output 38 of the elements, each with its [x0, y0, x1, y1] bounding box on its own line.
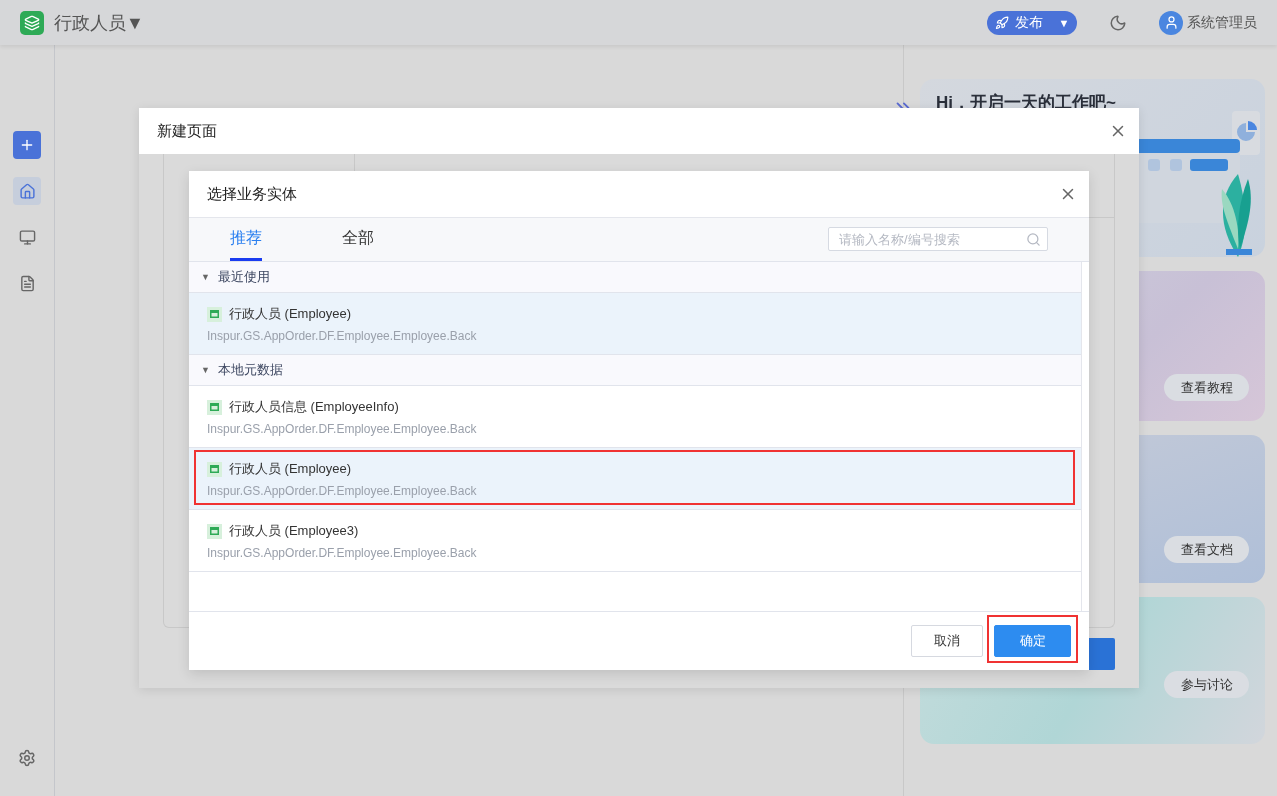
- entity-row[interactable]: 行政人员 (Employee3) Inspur.GS.AppOrder.DF.Employee.Employee.Back: [189, 510, 1081, 572]
- entity-row[interactable]: 行政人员信息 (EmployeeInfo) Inspur.GS.AppOrder.DF.Employee.Employee.Back: [189, 386, 1081, 448]
- entity-name: 行政人员 (Employee): [229, 305, 352, 323]
- table-icon: [207, 461, 222, 477]
- entity-name: 行政人员信息 (EmployeeInfo): [229, 398, 399, 416]
- app-logo-icon: [20, 10, 44, 35]
- table-icon: [207, 399, 222, 415]
- cancel-button[interactable]: 取消: [911, 625, 983, 657]
- expand-caret-icon[interactable]: ▼: [201, 272, 210, 282]
- search-icon: [1026, 231, 1041, 247]
- table-icon: [207, 306, 222, 322]
- entity-row[interactable]: 行政人员 (Employee) Inspur.GS.AppOrder.DF.Employee.Employee.Back: [189, 448, 1081, 510]
- search-field[interactable]: 请输入名称/编号搜索: [828, 227, 1048, 251]
- table-icon: [207, 523, 222, 539]
- entity-name: 行政人员 (Employee): [229, 460, 352, 478]
- card-button[interactable]: 参与讨论: [1164, 671, 1249, 698]
- add-icon[interactable]: [13, 131, 41, 159]
- rocket-icon: [994, 15, 1009, 30]
- entity-path: Inspur.GS.AppOrder.DF.Employee.Employee.Back: [207, 546, 478, 560]
- dialog-title: 新建页面: [157, 121, 217, 141]
- entity-path: Inspur.GS.AppOrder.DF.Employee.Employee.Back: [207, 422, 478, 436]
- user-avatar-icon[interactable]: [1159, 10, 1183, 35]
- group-label: 最近使用: [217, 268, 270, 286]
- entity-path: Inspur.GS.AppOrder.DF.Employee.Employee.Back: [207, 329, 478, 343]
- card-button[interactable]: 查看文档: [1164, 536, 1249, 563]
- dialog-title: 选择业务实体: [207, 184, 297, 204]
- entity-path: Inspur.GS.AppOrder.DF.Employee.Employee.Back: [207, 484, 478, 498]
- card-button[interactable]: 查看教程: [1164, 374, 1249, 401]
- moon-icon[interactable]: [1109, 13, 1127, 32]
- group-label: 本地元数据: [217, 361, 283, 379]
- app-title[interactable]: 行政人员▼: [54, 10, 144, 35]
- entity-name: 行政人员 (Employee3): [229, 522, 359, 540]
- user-name[interactable]: 系统管理员: [1187, 13, 1257, 32]
- home-icon[interactable]: [13, 177, 41, 205]
- publish-button[interactable]: 发布 ▼: [987, 10, 1077, 35]
- entity-row[interactable]: 行政人员 (Employee) Inspur.GS.AppOrder.DF.Employee.Employee.Back: [189, 293, 1081, 355]
- tab[interactable]: 全部: [342, 218, 374, 261]
- expand-caret-icon[interactable]: ▼: [201, 365, 210, 375]
